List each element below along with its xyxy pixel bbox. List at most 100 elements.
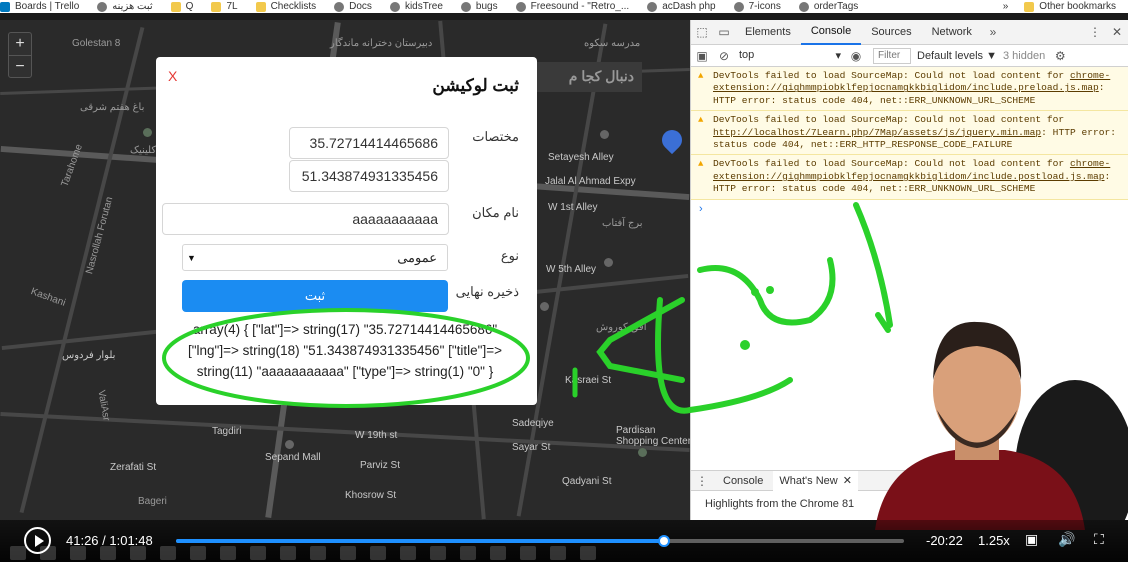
levels-select[interactable]: Default levels ▼ [917, 50, 997, 62]
warning-text: DevTools failed to load SourceMap: Could… [713, 158, 1070, 170]
street-label: برج آفتاب [602, 218, 643, 229]
webcam-overlay [875, 321, 1128, 530]
street-label: Setayesh Alley [548, 152, 614, 163]
place-marker [285, 440, 294, 449]
bookmark-label: Boards | Trello [15, 1, 80, 12]
street-label: W 1st Alley [548, 202, 598, 213]
menu-dots-icon[interactable]: ⋮ [1084, 20, 1106, 45]
volume-icon[interactable]: 🔊 [1058, 531, 1075, 548]
bookmark-docs[interactable]: Docs [334, 1, 372, 12]
bookmarks-overflow-button[interactable]: » [1003, 1, 1009, 12]
console-toolbar: ▣ ⊘ top ▾ ◉ Filter Default levels ▼ 3 hid… [691, 45, 1128, 67]
console-prompt[interactable]: › [691, 200, 1128, 218]
type-value: عمومی [397, 249, 437, 265]
street-label: Khosrow St [345, 490, 397, 501]
place-marker [604, 258, 613, 267]
filter-input[interactable]: Filter [873, 47, 911, 64]
bookmark-label: 7L [226, 1, 238, 12]
bookmark-7icons[interactable]: 7-icons [733, 1, 781, 12]
zoom-out-button[interactable]: − [9, 56, 31, 78]
fullscreen-icon[interactable]: ⛶ [1094, 531, 1104, 548]
tab-console[interactable]: Console [800, 20, 862, 45]
place-name-value: aaaaaaaaaaa [352, 211, 438, 227]
warning-icon: ▲ [698, 71, 704, 81]
lat-field[interactable]: 35.72714414465686 [289, 127, 449, 159]
bookmark-label: Checklists [270, 1, 317, 12]
console-warning: ▲ DevTools failed to load SourceMap: Cou… [691, 67, 1128, 112]
submit-button[interactable]: ثبت [182, 280, 448, 312]
street-label: Zerafati St [110, 462, 157, 473]
seek-bar[interactable] [176, 535, 904, 547]
clear-console-icon[interactable]: ⊘ [713, 43, 735, 68]
place-name-field[interactable]: aaaaaaaaaaa [162, 203, 449, 235]
bookmark-label: Docs [349, 1, 372, 12]
console-warning: ▲ DevTools failed to load SourceMap: Cou… [691, 155, 1128, 200]
street-label: مدرسه سکوه [584, 38, 641, 49]
context-value: top [739, 49, 755, 61]
more-tabs-button[interactable]: » [982, 20, 1004, 45]
bookmark-checklists[interactable]: Checklists [255, 1, 317, 12]
street-label: Kasraei St [565, 375, 612, 386]
bookmark-label: kidsTree [404, 1, 443, 12]
location-pin-icon[interactable] [657, 125, 687, 155]
street-label: Bageri [138, 496, 167, 507]
bookmark-icon [733, 1, 744, 12]
drawer-tab-console[interactable]: Console [713, 475, 773, 487]
warning-icon: ▲ [698, 115, 704, 126]
other-bookmarks[interactable]: » Other bookmarks [1003, 0, 1116, 13]
zoom-in-button[interactable]: + [9, 33, 31, 55]
bookmark-acdash[interactable]: acDash php [647, 1, 716, 12]
close-button[interactable]: X [168, 68, 177, 84]
close-icon[interactable]: ✕ [1106, 20, 1128, 45]
bookmark-7l[interactable]: 7L [211, 1, 238, 12]
speed-button[interactable]: 1.25x [978, 533, 1010, 548]
street-label: Qadyani St [562, 476, 612, 487]
warning-link[interactable]: http://localhost/7Learn.php/7Map/assets/… [713, 127, 1041, 138]
dump-line: array(4) { ["lat"]=> string(17) "35.7271… [192, 322, 498, 337]
street-label: Sayar St [512, 442, 551, 453]
sidebar-toggle-icon[interactable]: ▣ [691, 43, 713, 68]
tab-sources[interactable]: Sources [861, 20, 921, 45]
play-button[interactable] [24, 527, 51, 554]
inspect-icon[interactable]: ⬚ [691, 20, 713, 45]
bookmark-q[interactable]: Q [170, 1, 194, 12]
street-label: Jalal Al Ahmad Expy [545, 176, 636, 187]
eye-icon[interactable]: ◉ [845, 43, 867, 68]
map-search-box[interactable]: دنبال کجا م [530, 62, 642, 92]
bookmark-kidstree[interactable]: kidsTree [389, 1, 443, 12]
drawer-tab-whats-new[interactable]: What's New ✕ [773, 470, 858, 491]
miniplayer-icon[interactable]: ▣ [1025, 531, 1038, 548]
bookmark-label: Q [185, 1, 194, 12]
tab-network[interactable]: Network [922, 20, 982, 45]
device-toggle-icon[interactable]: ▭ [713, 20, 735, 45]
warning-text: DevTools failed to load SourceMap: Could… [713, 114, 1065, 126]
bookmark-expense[interactable]: ثبت هزینه [97, 1, 153, 12]
trello-icon [0, 1, 10, 12]
street-label: کلینیک [130, 145, 157, 156]
bookmark-label: Freesound - "Retro_... [530, 1, 630, 12]
context-select[interactable]: top ▾ [735, 49, 845, 62]
type-select[interactable]: ▼ عمومی [182, 244, 448, 271]
tab-elements[interactable]: Elements [735, 20, 801, 45]
close-icon[interactable]: ✕ [843, 474, 852, 487]
bookmark-label: bugs [475, 1, 498, 12]
gear-icon[interactable]: ⚙ [1049, 43, 1071, 68]
bookmark-bugs[interactable]: bugs [460, 1, 498, 12]
bookmark-trello[interactable]: Boards | Trello [0, 1, 79, 12]
shopping-marker [638, 448, 647, 457]
street-label: Golestan 8 [72, 38, 121, 49]
place-marker [540, 302, 549, 311]
seek-handle[interactable] [657, 535, 670, 547]
remaining-time: -20:22 [926, 533, 963, 548]
other-bookmarks-label: Other bookmarks [1039, 1, 1116, 12]
bookmark-freesound[interactable]: Freesound - "Retro_... [515, 1, 630, 12]
bookmark-label: ثبت هزینه [112, 1, 153, 12]
street-label: باغ هفتم شرقی [80, 102, 145, 113]
type-label: نوع [500, 248, 519, 263]
bookmark-label: acDash php [662, 1, 716, 12]
menu-dots-icon[interactable]: ⋮ [691, 468, 713, 493]
gear-icon [97, 1, 108, 12]
bookmark-ordertags[interactable]: orderTags [798, 1, 858, 12]
lng-value: 51.343874931335456 [301, 168, 438, 184]
lng-field[interactable]: 51.343874931335456 [289, 160, 449, 192]
